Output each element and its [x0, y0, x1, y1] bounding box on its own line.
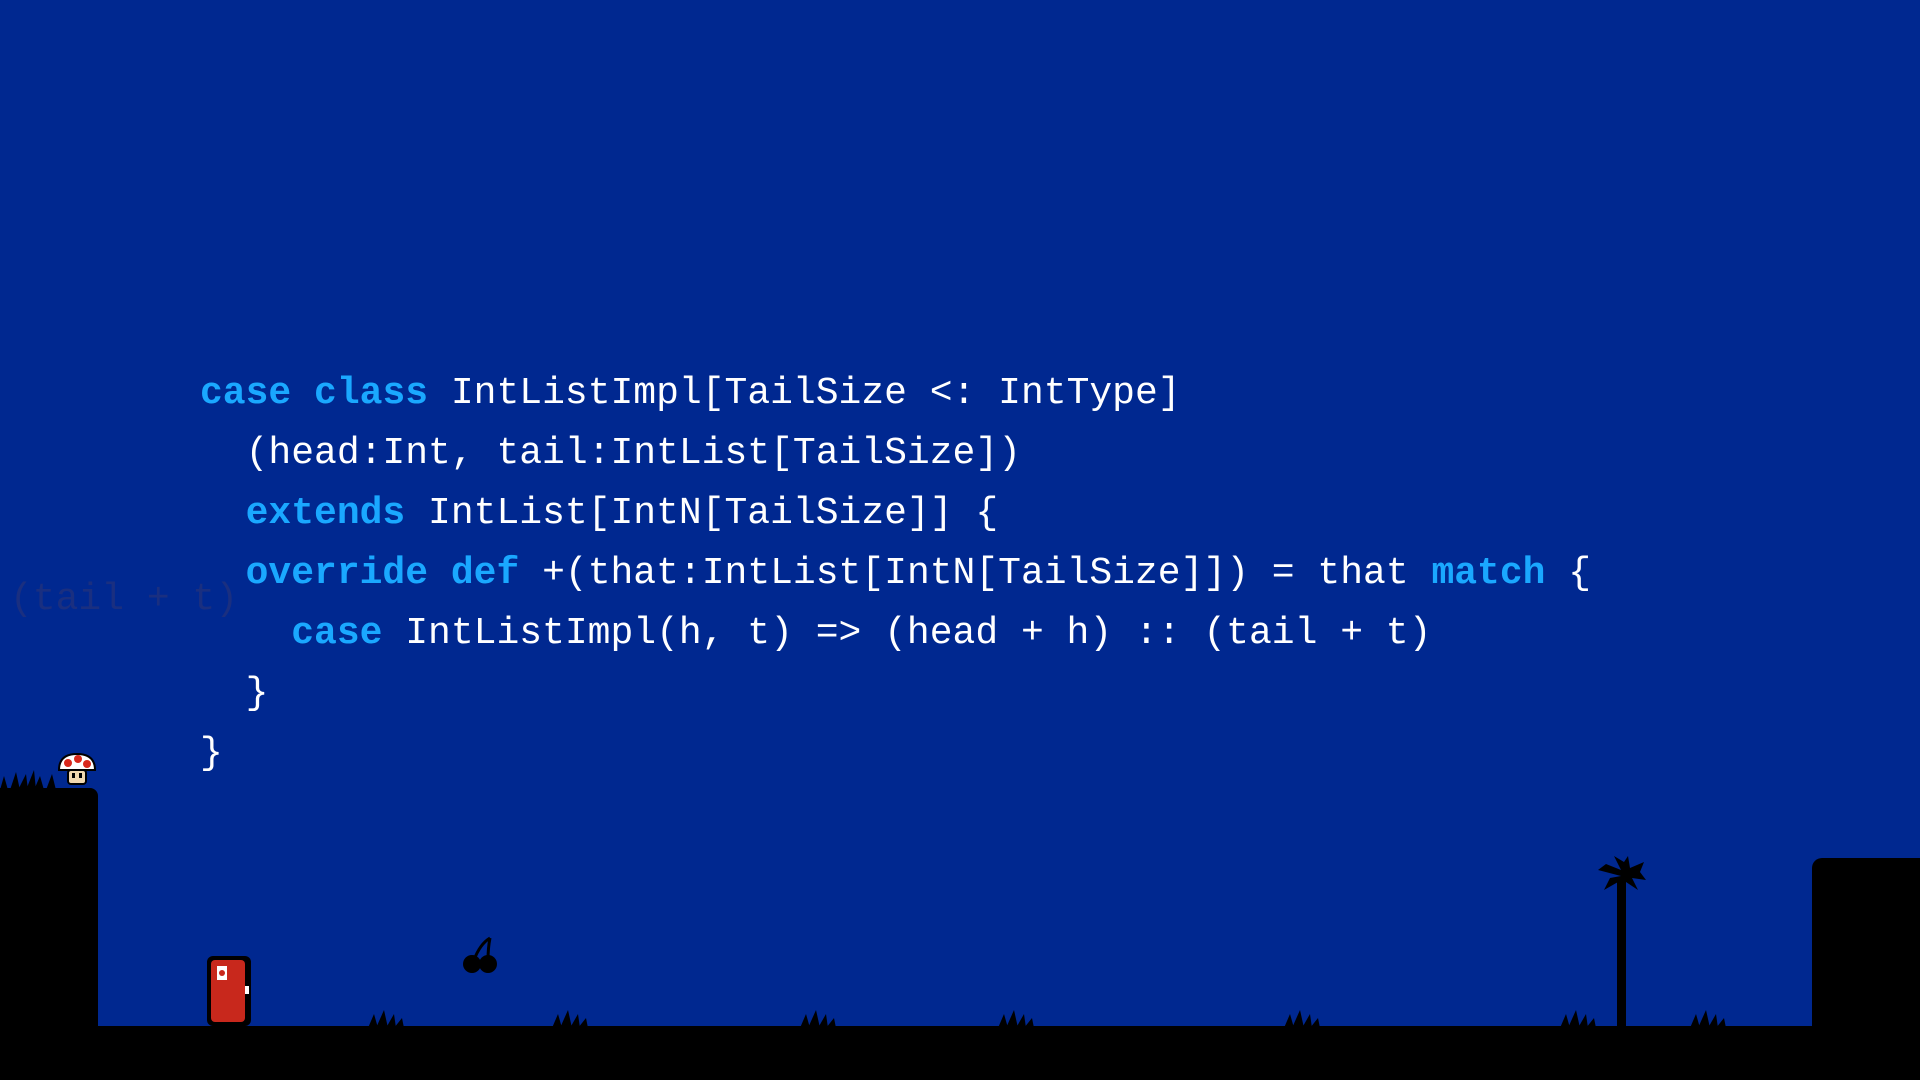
code-text: IntList[IntN[TailSize]] { [405, 492, 999, 535]
cherry-icon [463, 936, 497, 973]
code-text: } [200, 672, 269, 715]
palm-tree-icon [1598, 856, 1646, 1028]
code-keyword: extends [245, 492, 406, 535]
ground [0, 1026, 1920, 1080]
door-icon [207, 956, 251, 1026]
code-line: case class IntListImpl[TailSize <: IntTy… [200, 364, 1591, 424]
code-text: IntListImpl[TailSize <: IntType] [428, 372, 1181, 415]
grass-tuft-icon [368, 1010, 404, 1028]
code-keyword: case [291, 612, 383, 655]
code-keyword: class [314, 372, 429, 415]
code-text: (head:Int, tail:IntList[TailSize]) [200, 432, 1021, 475]
code-keyword: override [245, 552, 429, 595]
code-keyword: def [450, 552, 520, 595]
code-text: { [1545, 552, 1592, 595]
game-scene: (tail + t) case class IntListImpl[TailSi… [0, 0, 1920, 1080]
code-text: } [200, 732, 223, 775]
code-text: +(that:IntList[IntN[TailSize]]) = that [519, 552, 1432, 595]
code-line: } [200, 664, 1591, 724]
code-keyword: case [200, 372, 292, 415]
grass-tuft-icon [1284, 1010, 1320, 1028]
code-keyword: match [1431, 552, 1546, 595]
grass-tuft-icon [1560, 1010, 1596, 1028]
grass-tuft-icon [998, 1010, 1034, 1028]
code-text: IntListImpl(h, t) => (head + h) :: (tail… [382, 612, 1432, 655]
grass-tuft-icon [1690, 1010, 1726, 1028]
code-line: (head:Int, tail:IntList[TailSize]) [200, 424, 1591, 484]
grass-tuft-icon [800, 1010, 836, 1028]
code-line: override def +(that:IntList[IntN[TailSiz… [200, 544, 1591, 604]
grass-tuft-icon [552, 1010, 588, 1028]
code-line: extends IntList[IntN[TailSize]] { [200, 484, 1591, 544]
code-line: } [200, 724, 1591, 784]
code-block: case class IntListImpl[TailSize <: IntTy… [200, 364, 1591, 784]
mushroom-icon [57, 752, 97, 785]
code-line: case IntListImpl(h, t) => (head + h) :: … [200, 604, 1591, 664]
